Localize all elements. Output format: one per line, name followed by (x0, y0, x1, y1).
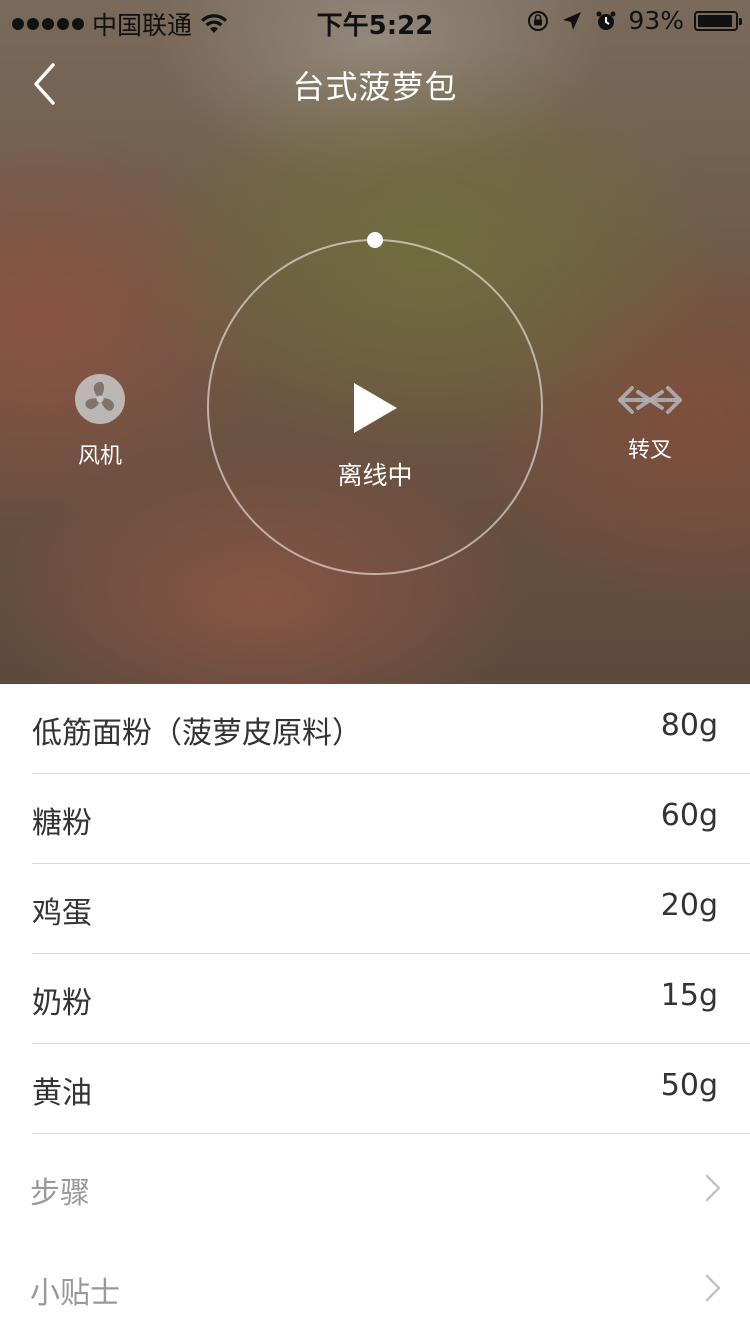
ingredient-amount: 60g (660, 798, 718, 833)
ingredient-amount: 20g (660, 888, 718, 923)
ingredient-name: 糖粉 (32, 806, 92, 841)
location-arrow-icon (563, 11, 582, 30)
tips-row[interactable]: 小贴士 (30, 1234, 750, 1334)
ingredient-row: 糖粉 60g (32, 774, 750, 864)
alarm-icon (596, 11, 616, 30)
ingredient-row: 黄油 50g (32, 1044, 750, 1134)
ingredient-row: 低筋面粉（菠萝皮原料） 80g (32, 684, 750, 774)
progress-knob[interactable] (367, 232, 383, 248)
battery-percent: 93% (628, 6, 684, 35)
rotisserie-label: 转叉 (627, 438, 672, 463)
rotisserie-icon (618, 386, 682, 414)
ingredient-name: 奶粉 (32, 986, 92, 1021)
fan-label: 风机 (77, 444, 122, 469)
status-bar: 中国联通 下午5:22 93% (0, 0, 750, 41)
battery-icon (694, 10, 742, 31)
recipe-screen: 中国联通 下午5:22 93% 台式菠萝包 风机 离线中 转叉 低筋面粉（菠萝皮… (0, 0, 750, 1334)
chevron-right-icon (705, 1174, 721, 1202)
tips-label: 小贴士 (30, 1276, 120, 1311)
ingredient-amount: 80g (660, 708, 718, 743)
ingredient-row: 奶粉 15g (32, 954, 750, 1044)
rotisserie-button[interactable]: 转叉 (590, 380, 710, 464)
steps-label: 步骤 (30, 1176, 90, 1211)
play-button[interactable] (340, 372, 410, 444)
steps-row[interactable]: 步骤 (30, 1134, 750, 1234)
play-icon (354, 383, 397, 433)
status-right: 93% (526, 6, 742, 35)
chevron-right-icon (705, 1274, 721, 1302)
rotation-lock-icon (528, 10, 549, 31)
ingredient-amount: 50g (660, 1068, 718, 1103)
ingredient-amount: 15g (660, 978, 718, 1013)
ingredient-name: 黄油 (32, 1076, 92, 1111)
fan-button[interactable]: 风机 (40, 372, 160, 470)
ingredient-name: 鸡蛋 (32, 896, 92, 931)
page-title: 台式菠萝包 (292, 68, 458, 106)
ingredient-name: 低筋面粉（菠萝皮原料） (32, 716, 362, 751)
ingredient-row: 鸡蛋 20g (32, 864, 750, 954)
fan-icon (75, 374, 125, 424)
ingredient-sheet: 低筋面粉（菠萝皮原料） 80g 糖粉 60g 鸡蛋 20g 奶粉 15g 黄油 … (0, 684, 750, 1334)
hero-background: 中国联通 下午5:22 93% 台式菠萝包 风机 离线中 转叉 (0, 0, 750, 684)
device-status: 离线中 (337, 461, 413, 490)
